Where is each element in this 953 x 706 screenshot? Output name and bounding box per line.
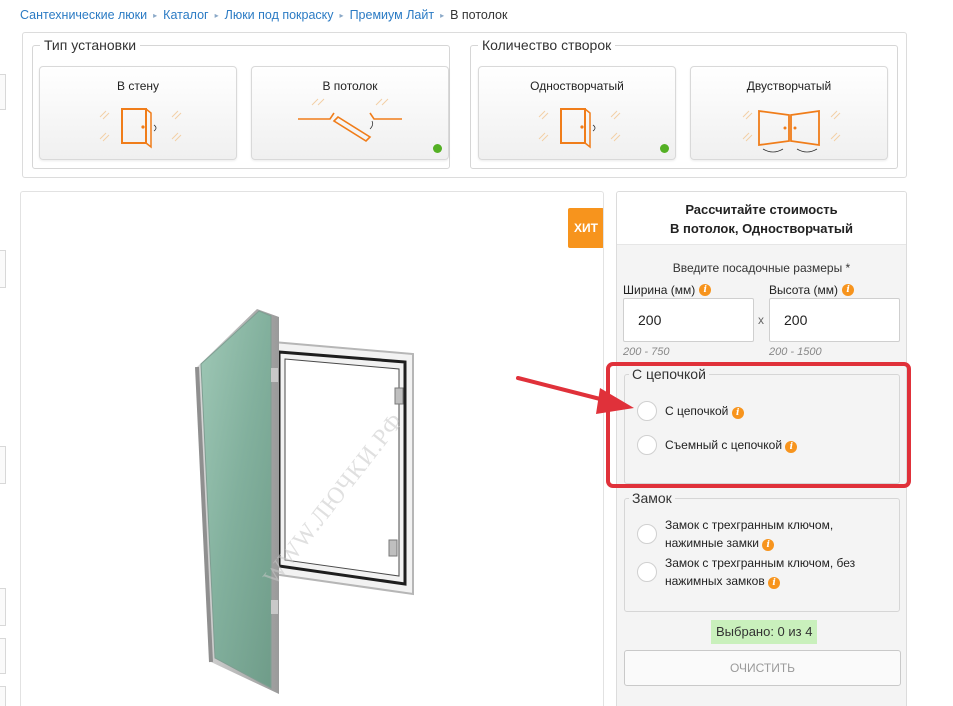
breadcrumb-link-paintable-hatches[interactable]: Люки под покраску [225, 8, 334, 22]
clear-button[interactable]: Очистить [624, 650, 901, 686]
option-double-leaf-label: Двустворчатый [746, 79, 832, 93]
option-single-leaf-label: Одностворчатый [530, 79, 624, 93]
single-door-icon [538, 108, 621, 149]
height-label-text: Высота (мм) [769, 283, 839, 297]
breadcrumb-link-catalog[interactable]: Каталог [163, 8, 208, 22]
lock-group-legend: Замок [629, 490, 675, 506]
option-single-leaf[interactable]: Одностворчатый [478, 66, 676, 160]
option-double-leaf[interactable]: Двустворчатый [690, 66, 888, 160]
breadcrumb-separator-icon: ▸ [440, 10, 445, 20]
height-info-icon[interactable]: i [842, 284, 855, 296]
chain-option-group: С цепочкой С цепочкой i Съемный с цепочк… [624, 366, 900, 484]
width-input[interactable] [623, 298, 754, 342]
chain-group-legend: С цепочкой [629, 366, 709, 382]
width-range-hint: 200 - 750 [623, 346, 670, 358]
option-with-chain-label: С цепочкой [665, 404, 729, 418]
calculator-subtitle: В потолок, Одностворчатый [670, 221, 853, 236]
calculator-title: Рассчитайте стоимость [685, 202, 838, 217]
width-label-text: Ширина (мм) [623, 283, 696, 297]
radio-lock-push[interactable] [637, 523, 657, 544]
breadcrumb-current: В потолок [450, 8, 508, 22]
selected-indicator-icon [660, 144, 669, 153]
radio-removable-chain[interactable] [637, 435, 657, 455]
price-calculator-panel: Рассчитайте стоимость В потолок, Одноств… [616, 191, 907, 706]
option-lock-no-push-line1: Замок с трехгранным ключом, без [665, 556, 856, 570]
option-lock-push[interactable]: Замок с трехгранным ключом, нажимные зам… [637, 515, 833, 552]
dimension-separator: x [758, 313, 764, 327]
breadcrumb: Сантехнические люки ▸ Каталог ▸ Люки под… [20, 6, 507, 24]
dimensions-caption: Введите посадочные размеры * [672, 261, 851, 275]
breadcrumb-link-premium-light[interactable]: Премиум Лайт [350, 8, 435, 22]
height-input[interactable] [769, 298, 900, 342]
selected-count-badge: Выбрано: 0 из 4 [711, 620, 818, 644]
option-lock-no-push[interactable]: Замок с трехгранным ключом, без нажимных… [637, 553, 855, 590]
option-wall-mount[interactable]: В стену [39, 66, 237, 160]
radio-with-chain[interactable] [637, 401, 657, 421]
breadcrumb-separator-icon: ▸ [153, 10, 158, 20]
leaf-count-legend: Количество створок [478, 37, 616, 53]
height-label: Высота (мм) i [769, 283, 855, 297]
hit-badge: ХИТ [568, 208, 603, 248]
wall-door-icon [99, 108, 182, 149]
left-edge-tab [0, 250, 6, 288]
radio-lock-no-push[interactable] [637, 561, 657, 582]
selected-indicator-icon [433, 144, 442, 153]
option-removable-chain[interactable]: Съемный с цепочкой i [637, 435, 798, 455]
left-edge-tab [0, 686, 6, 706]
left-edge-tab [0, 638, 6, 674]
lock-push-info-icon[interactable]: i [762, 539, 775, 551]
install-type-group: Тип установки В стену В потолок [32, 37, 450, 169]
option-lock-push-line1: Замок с трехгранным ключом, [665, 518, 834, 532]
leaf-count-group: Количество створок Одностворчатый Двуств… [470, 37, 898, 169]
lock-no-push-info-icon[interactable]: i [768, 577, 781, 589]
configuration-panel: Тип установки В стену В потолок Количест… [22, 32, 907, 178]
option-lock-push-line2: нажимные замки [665, 536, 759, 550]
option-with-chain[interactable]: С цепочкой i [637, 401, 744, 421]
option-lock-no-push-line2: нажимных замков [665, 574, 765, 588]
left-edge-tab [0, 588, 6, 626]
ceiling-hatch-icon [298, 98, 402, 143]
breadcrumb-link-sanitary-hatches[interactable]: Сантехнические люки [20, 8, 147, 22]
width-info-icon[interactable]: i [699, 284, 712, 296]
option-ceiling-mount-label: В потолок [322, 79, 378, 93]
option-wall-mount-label: В стену [117, 79, 159, 93]
breadcrumb-separator-icon: ▸ [339, 10, 344, 20]
left-edge-tab [0, 74, 6, 110]
left-edge-tab [0, 446, 6, 484]
install-type-legend: Тип установки [40, 37, 141, 53]
double-door-icon [742, 109, 841, 153]
product-image-area: ХИТ WWW.ЛЮЧКИ.РФ [20, 191, 604, 706]
option-removable-chain-label: Съемный с цепочкой [665, 438, 783, 452]
lock-option-group: Замок Замок с трехгранным ключом, нажимн… [624, 490, 900, 612]
width-label: Ширина (мм) i [623, 283, 712, 297]
option-ceiling-mount[interactable]: В потолок [251, 66, 449, 160]
breadcrumb-separator-icon: ▸ [214, 10, 219, 20]
calculator-header: Рассчитайте стоимость В потолок, Одноств… [617, 192, 906, 245]
with-chain-info-icon[interactable]: i [731, 407, 744, 419]
height-range-hint: 200 - 1500 [769, 346, 822, 358]
removable-chain-info-icon[interactable]: i [785, 441, 798, 453]
product-hatch-image [195, 309, 414, 694]
